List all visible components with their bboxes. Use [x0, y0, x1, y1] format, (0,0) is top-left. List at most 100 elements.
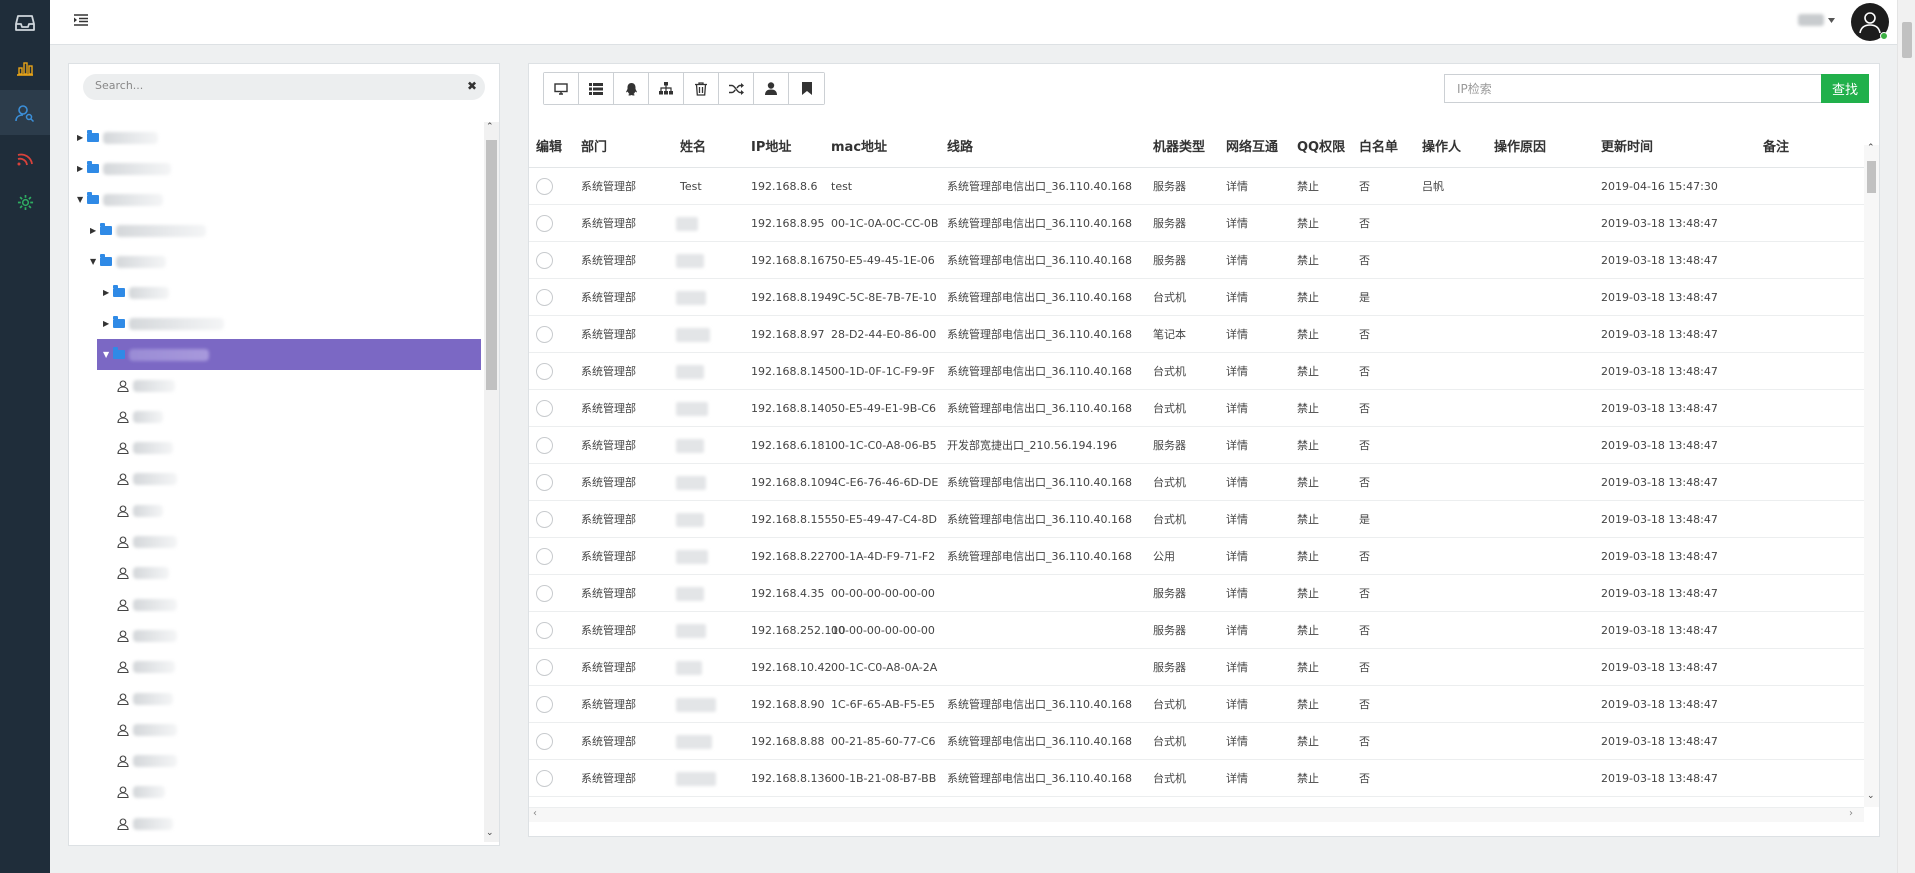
user-button[interactable] [754, 73, 789, 104]
table-row[interactable]: 系统管理部 192.168.252.110 00-00-00-00-00-00 服务器… [529, 612, 1864, 649]
row-select-radio[interactable] [536, 548, 553, 565]
tree-person[interactable] [117, 464, 177, 495]
delete-button[interactable] [684, 73, 719, 104]
tree-person[interactable] [117, 370, 175, 401]
cell-net[interactable]: 详情 [1226, 390, 1248, 427]
cell-net[interactable]: 详情 [1226, 760, 1248, 797]
cell-net[interactable]: 详情 [1226, 242, 1248, 279]
scroll-down-arrow[interactable]: ⌄ [486, 828, 494, 838]
tree-scrollbar[interactable]: ⌃ ⌄ [484, 122, 499, 842]
tree-person[interactable] [117, 714, 177, 745]
row-select-radio[interactable] [536, 696, 553, 713]
column-header[interactable]: 操作人 [1422, 128, 1461, 168]
table-scroll-left-arrow[interactable]: ‹ [533, 808, 537, 819]
row-select-radio[interactable] [536, 326, 553, 343]
column-header[interactable]: 操作原因 [1494, 128, 1546, 168]
tree-person[interactable] [117, 683, 173, 714]
cell-net[interactable]: 详情 [1226, 353, 1248, 390]
caret-down-icon[interactable]: ▼ [90, 257, 98, 266]
table-row[interactable]: 系统管理部 192.168.8.90 1C-6F-65-AB-F5-E5 系统管理部电… [529, 686, 1864, 723]
cell-net[interactable]: 详情 [1226, 464, 1248, 501]
tree-scrollbar-thumb[interactable] [486, 140, 497, 390]
qq-button[interactable] [614, 73, 649, 104]
rail-settings[interactable] [0, 180, 50, 225]
column-header[interactable]: 机器类型 [1153, 128, 1205, 168]
caret-right-icon[interactable]: ▶ [90, 226, 98, 235]
table-row[interactable]: 系统管理部 192.168.8.136 00-1B-21-08-B7-BB 系统管理部… [529, 760, 1864, 797]
caret-right-icon[interactable]: ▶ [103, 319, 111, 328]
rail-inbox[interactable] [0, 0, 50, 45]
ip-search-input[interactable] [1444, 74, 1821, 103]
cell-net[interactable]: 详情 [1226, 612, 1248, 649]
row-select-radio[interactable] [536, 363, 553, 380]
tree-folder[interactable]: ▶ [77, 153, 171, 184]
caret-right-icon[interactable]: ▶ [77, 133, 85, 142]
tree-folder[interactable]: ▶ [103, 277, 169, 308]
table-row[interactable]: 系统管理部 192.168.8.109 4C-E6-76-46-6D-DE 系统管理部… [529, 464, 1864, 501]
tree-folder-selected[interactable]: ▼ [97, 339, 481, 370]
row-select-radio[interactable] [536, 178, 553, 195]
cell-net[interactable]: 详情 [1226, 427, 1248, 464]
cell-net[interactable]: 详情 [1226, 168, 1248, 205]
cell-net[interactable]: 详情 [1226, 501, 1248, 538]
tree-folder[interactable]: ▶ [77, 122, 158, 153]
table-row[interactable]: 系统管理部 192.168.8.227 00-1A-4D-F9-71-F2 系统管理部… [529, 538, 1864, 575]
column-header[interactable]: 编辑 [536, 128, 562, 168]
cell-net[interactable]: 详情 [1226, 649, 1248, 686]
table-row[interactable]: 系统管理部 192.168.8.145 00-1D-0F-1C-F9-9F 系统管理部… [529, 353, 1864, 390]
table-h-scrollbar[interactable]: ‹ › [529, 807, 1864, 822]
column-header[interactable]: 线路 [947, 128, 973, 168]
cell-net[interactable]: 详情 [1226, 279, 1248, 316]
table-row[interactable]: 系统管理部 Test 192.168.8.6 test 系统管理部电信出口_36.110… [529, 168, 1864, 205]
tree-folder[interactable]: ▶ [90, 215, 206, 246]
row-select-radio[interactable] [536, 622, 553, 639]
tree-person[interactable] [117, 652, 175, 683]
column-header[interactable]: 白名单 [1359, 128, 1398, 168]
caret-down-icon[interactable]: ▼ [77, 195, 85, 204]
column-header[interactable]: 备注 [1763, 128, 1789, 168]
table-scroll-up-arrow[interactable]: ⌃ [1867, 143, 1875, 153]
row-select-radio[interactable] [536, 252, 553, 269]
tree-person[interactable] [117, 808, 173, 839]
row-select-radio[interactable] [536, 585, 553, 602]
cell-net[interactable]: 详情 [1226, 575, 1248, 612]
table-row[interactable]: 系统管理部 192.168.8.97 28-D2-44-E0-86-00 系统管理部电… [529, 316, 1864, 353]
tree-folder[interactable]: ▶ [103, 308, 224, 339]
row-select-radio[interactable] [536, 289, 553, 306]
column-header[interactable]: 网络互通 [1226, 128, 1278, 168]
caret-right-icon[interactable]: ▶ [77, 164, 85, 173]
avatar[interactable] [1851, 3, 1889, 41]
row-select-radio[interactable] [536, 474, 553, 491]
row-select-radio[interactable] [536, 400, 553, 417]
row-select-radio[interactable] [536, 659, 553, 676]
tree-person[interactable] [117, 527, 177, 558]
clear-search-icon[interactable]: ✖ [467, 79, 477, 93]
table-row[interactable]: 系统管理部 192.168.6.181 00-1C-C0-A8-06-B5 开发部宽捷… [529, 427, 1864, 464]
rail-feed[interactable] [0, 135, 50, 180]
sidebar-toggle-button[interactable] [74, 14, 88, 29]
table-row[interactable]: 系统管理部 192.168.8.155 50-E5-49-47-C4-8D 系统管理部… [529, 501, 1864, 538]
tree-person[interactable] [117, 620, 177, 651]
table-scroll-down-arrow[interactable]: ⌄ [1867, 791, 1875, 801]
tree-person[interactable] [117, 746, 177, 777]
page-scrollbar[interactable] [1897, 0, 1915, 873]
table-row[interactable]: 系统管理部 192.168.8.95 00-1C-0A-0C-CC-0B 系统管理部电… [529, 205, 1864, 242]
page-scrollbar-thumb[interactable] [1902, 22, 1912, 58]
column-header[interactable]: QQ权限 [1297, 128, 1345, 168]
table-row[interactable]: 系统管理部 192.168.8.194 9C-5C-8E-7B-7E-10 系统管理部… [529, 279, 1864, 316]
bookmark-button[interactable] [789, 73, 824, 104]
table-scroll-right-arrow[interactable]: › [1849, 808, 1853, 819]
tree-person[interactable] [117, 495, 163, 526]
tree-person[interactable] [117, 433, 173, 464]
caret-right-icon[interactable]: ▶ [103, 288, 111, 297]
cell-net[interactable]: 详情 [1226, 205, 1248, 242]
table-row[interactable]: 系统管理部 192.168.8.167 50-E5-49-45-1E-06 系统管理部… [529, 242, 1864, 279]
cell-net[interactable]: 详情 [1226, 686, 1248, 723]
row-select-radio[interactable] [536, 733, 553, 750]
row-select-radio[interactable] [536, 511, 553, 528]
cell-net[interactable]: 详情 [1226, 538, 1248, 575]
cell-net[interactable]: 详情 [1226, 723, 1248, 760]
table-row[interactable]: 系统管理部 192.168.10.42 00-1C-C0-A8-0A-2A 服务器 详情… [529, 649, 1864, 686]
caret-down-icon[interactable]: ▼ [103, 350, 111, 359]
user-menu-toggle[interactable] [1798, 14, 1835, 26]
